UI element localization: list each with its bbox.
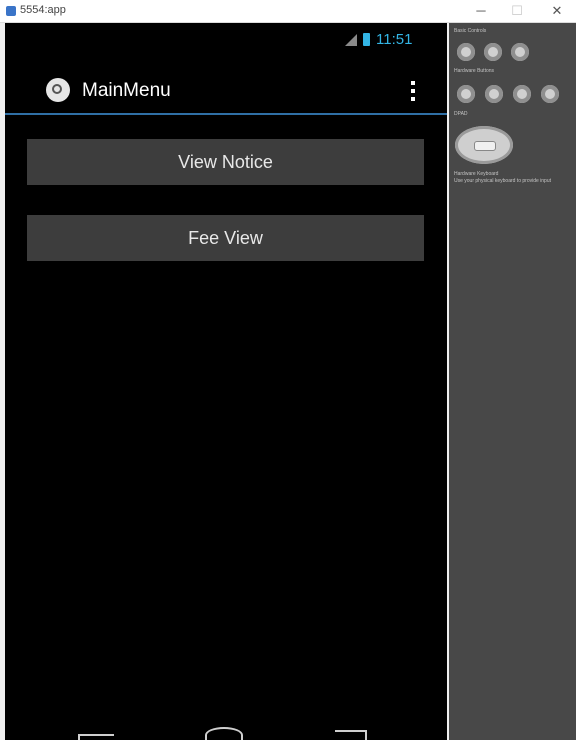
signal-icon [345,34,357,46]
app-logo-icon[interactable] [46,78,70,102]
battery-icon [363,33,370,46]
search-button[interactable] [541,85,559,103]
home-icon[interactable] [205,727,243,740]
action-bar: MainMenu [5,67,447,113]
hardware-controls-label: Basic Controls [454,28,487,34]
window-title: 5554:app [20,4,66,16]
recent-apps-icon[interactable] [335,730,367,740]
minimize-button[interactable]: ─ [464,0,498,22]
back-button[interactable] [457,85,475,103]
action-bar-divider [5,113,447,115]
page-title: MainMenu [82,80,171,101]
device-screen: 11:51 MainMenu View Notice Fee View [5,23,447,740]
home-button[interactable] [513,85,531,103]
menu-button[interactable] [485,85,503,103]
volume-down-button[interactable] [484,43,502,61]
maximize-button[interactable]: ☐ [500,0,534,22]
hardware-buttons-label: Hardware Buttons [454,68,495,74]
status-bar: 11:51 [5,23,447,53]
back-icon[interactable] [78,734,114,740]
navigation-bar [5,720,447,740]
emulator-controls-panel: Basic Controls Hardware Buttons DPAD Har… [449,23,576,740]
keyboard-hint: Use your physical keyboard to provide in… [454,178,551,184]
dpad-center-button[interactable] [474,141,496,151]
volume-up-button[interactable] [511,43,529,61]
keyboard-label: Hardware Keyboard [454,171,499,177]
fee-view-button[interactable]: Fee View [27,215,424,261]
status-time: 11:51 [376,31,413,48]
dpad-control[interactable] [455,126,513,164]
power-button[interactable] [457,43,475,61]
overflow-menu-icon[interactable] [410,79,416,103]
dpad-label: DPAD [454,111,468,117]
window-titlebar: 5554:app ─ ☐ ✕ [0,0,576,23]
view-notice-button[interactable]: View Notice [27,139,424,185]
close-button[interactable]: ✕ [540,0,574,22]
app-window-icon [6,6,16,16]
